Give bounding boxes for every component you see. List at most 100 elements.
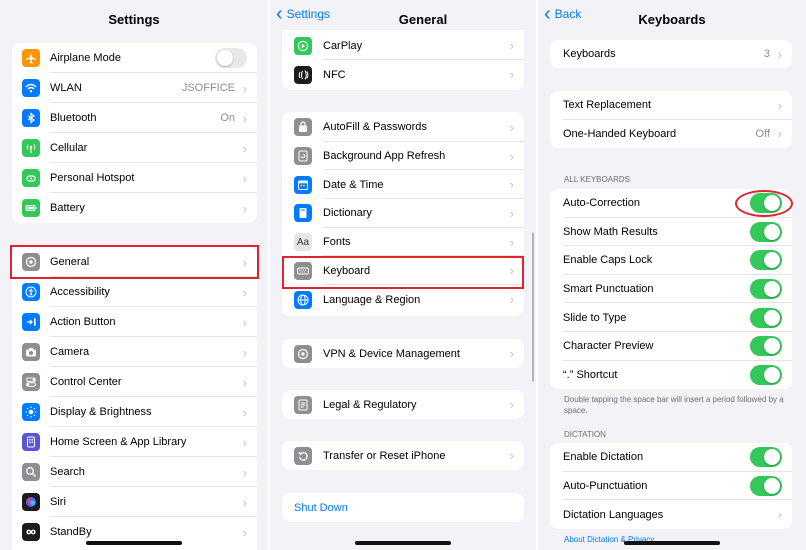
toggle-switch[interactable]	[215, 48, 247, 68]
row-label: StandBy	[50, 526, 92, 538]
row-text-replacement[interactable]: Text Replacement ›	[550, 91, 792, 120]
camera-icon	[22, 343, 40, 361]
row-label: Action Button	[50, 316, 116, 328]
chevron-right-icon: ›	[242, 80, 247, 96]
chevron-right-icon: ›	[242, 140, 247, 156]
row-label: Character Preview	[563, 340, 654, 353]
chevron-left-icon: ‹	[276, 3, 283, 25]
chevron-right-icon: ›	[777, 507, 782, 523]
row-battery[interactable]: Battery ›	[12, 193, 257, 223]
sun-icon	[22, 403, 40, 421]
chevron-right-icon: ›	[509, 205, 514, 221]
toggle-switch[interactable]	[750, 336, 782, 357]
row-display-brightness[interactable]: Display & Brightness ›	[12, 397, 257, 427]
key-icon	[294, 118, 312, 137]
row-label: Display & Brightness	[50, 406, 152, 418]
row-label: Legal & Regulatory	[323, 398, 417, 411]
chevron-right-icon: ›	[509, 67, 514, 82]
row-action-button[interactable]: Action Button ›	[12, 307, 257, 337]
row-fonts[interactable]: Aa Fonts ›	[282, 228, 524, 257]
row-label: Transfer or Reset iPhone	[323, 449, 446, 462]
wifi-icon	[22, 79, 40, 97]
vpn-gear-icon	[294, 344, 312, 363]
search-icon	[22, 463, 40, 481]
toggle-switch[interactable]	[750, 250, 782, 271]
row-language-region[interactable]: Language & Region ›	[282, 285, 524, 314]
row-wlan[interactable]: WLAN JSOFFICE ›	[12, 73, 257, 103]
row-label: Show Math Results	[563, 225, 658, 238]
general-title: General	[398, 12, 448, 27]
chevron-right-icon: ›	[242, 464, 247, 480]
chevron-right-icon: ›	[509, 292, 514, 308]
toggle-switch[interactable]	[750, 307, 782, 328]
row-label: Home Screen & App Library	[50, 436, 187, 448]
row-accessibility[interactable]: Accessibility ›	[12, 277, 257, 307]
row-label: Date & Time	[323, 178, 384, 191]
row-auto-punctuation: Auto-Punctuation	[550, 472, 792, 501]
standby-icon	[22, 523, 40, 541]
carplay-icon	[294, 36, 312, 55]
row-bluetooth[interactable]: Bluetooth On ›	[12, 103, 257, 133]
chevron-right-icon: ›	[242, 404, 247, 420]
row-background-app-refresh[interactable]: Background App Refresh ›	[282, 142, 524, 171]
row-cellular[interactable]: Cellular ›	[12, 133, 257, 163]
shutdown-button[interactable]: Shut Down	[282, 493, 524, 522]
toggle-switch[interactable]	[750, 476, 782, 497]
row-label: Enable Dictation	[563, 451, 644, 464]
home-screen-icon	[22, 433, 40, 451]
row-one-handed-keyboard[interactable]: One-Handed Keyboard Off ›	[550, 120, 792, 149]
dictation-group: Enable Dictation Auto-Punctuation Dictatio…	[550, 443, 792, 529]
row-legal-regulatory[interactable]: Legal & Regulatory ›	[282, 390, 524, 419]
row-home-screen-app-library[interactable]: Home Screen & App Library ›	[12, 427, 257, 457]
row-character-preview: Character Preview	[550, 332, 792, 361]
row-date-time[interactable]: Date & Time ›	[282, 170, 524, 200]
row-dictation-languages[interactable]: Dictation Languages ›	[550, 500, 792, 529]
row-personal-hotspot[interactable]: Personal Hotspot ›	[12, 163, 257, 193]
chevron-right-icon: ›	[509, 38, 514, 53]
scrollbar[interactable]	[532, 232, 534, 382]
control-center-icon	[22, 373, 40, 391]
calendar-icon	[294, 175, 312, 194]
keyboards-count-group: Keyboards 3 ›	[550, 40, 792, 68]
auto-correction-highlight	[735, 190, 793, 217]
airplane-icon	[22, 49, 40, 67]
toggle-switch[interactable]	[750, 364, 782, 385]
row-vpn-device-management[interactable]: VPN & Device Management ›	[282, 339, 524, 368]
chevron-right-icon: ›	[509, 119, 514, 135]
all-keyboards-group: Auto-Correction Show Math Results Enable C…	[550, 189, 792, 389]
row-label: Auto-Punctuation	[563, 480, 648, 493]
shutdown-group: Shut Down	[282, 493, 524, 522]
home-indicator	[355, 541, 451, 545]
row-label: Smart Punctuation	[563, 283, 654, 296]
siri-icon	[22, 493, 40, 511]
toggle-switch[interactable]	[750, 221, 782, 242]
row-search[interactable]: Search ›	[12, 457, 257, 487]
toggle-switch[interactable]	[750, 447, 782, 468]
row-autofill-passwords[interactable]: AutoFill & Passwords ›	[282, 113, 524, 142]
row-label: Fonts	[323, 236, 351, 249]
all-keyboards-caption: ALL KEYBOARDS	[564, 175, 630, 184]
row-label: Battery	[50, 202, 85, 214]
row-transfer-or-reset-iphone[interactable]: Transfer or Reset iPhone ›	[282, 441, 524, 470]
general-group-reset: Transfer or Reset iPhone ›	[282, 441, 524, 470]
home-indicator	[624, 541, 720, 545]
row-carplay[interactable]: CarPlay ›	[282, 31, 524, 60]
row-label: Text Replacement	[563, 99, 652, 112]
keyboards-title: Keyboards	[638, 12, 706, 27]
row-siri[interactable]: Siri ›	[12, 487, 257, 517]
chevron-right-icon: ›	[242, 314, 247, 330]
row-label: Personal Hotspot	[50, 172, 135, 184]
toggle-switch[interactable]	[750, 279, 782, 300]
row-label: Bluetooth	[50, 112, 97, 124]
keyboards-row[interactable]: Keyboards 3 ›	[550, 40, 792, 68]
row-camera[interactable]: Camera ›	[12, 337, 257, 367]
row-control-center[interactable]: Control Center ›	[12, 367, 257, 397]
accessibility-icon	[22, 283, 40, 301]
row-enable-caps-lock: Enable Caps Lock	[550, 246, 792, 275]
chevron-right-icon: ›	[777, 46, 782, 62]
row-dictionary[interactable]: Dictionary ›	[282, 199, 524, 228]
row-label: Cellular	[50, 142, 88, 154]
row-nfc[interactable]: NFC ›	[282, 60, 524, 89]
row-label: Control Center	[50, 376, 122, 388]
settings-group-system: General › Accessibility › Action Button › Came…	[12, 247, 257, 550]
